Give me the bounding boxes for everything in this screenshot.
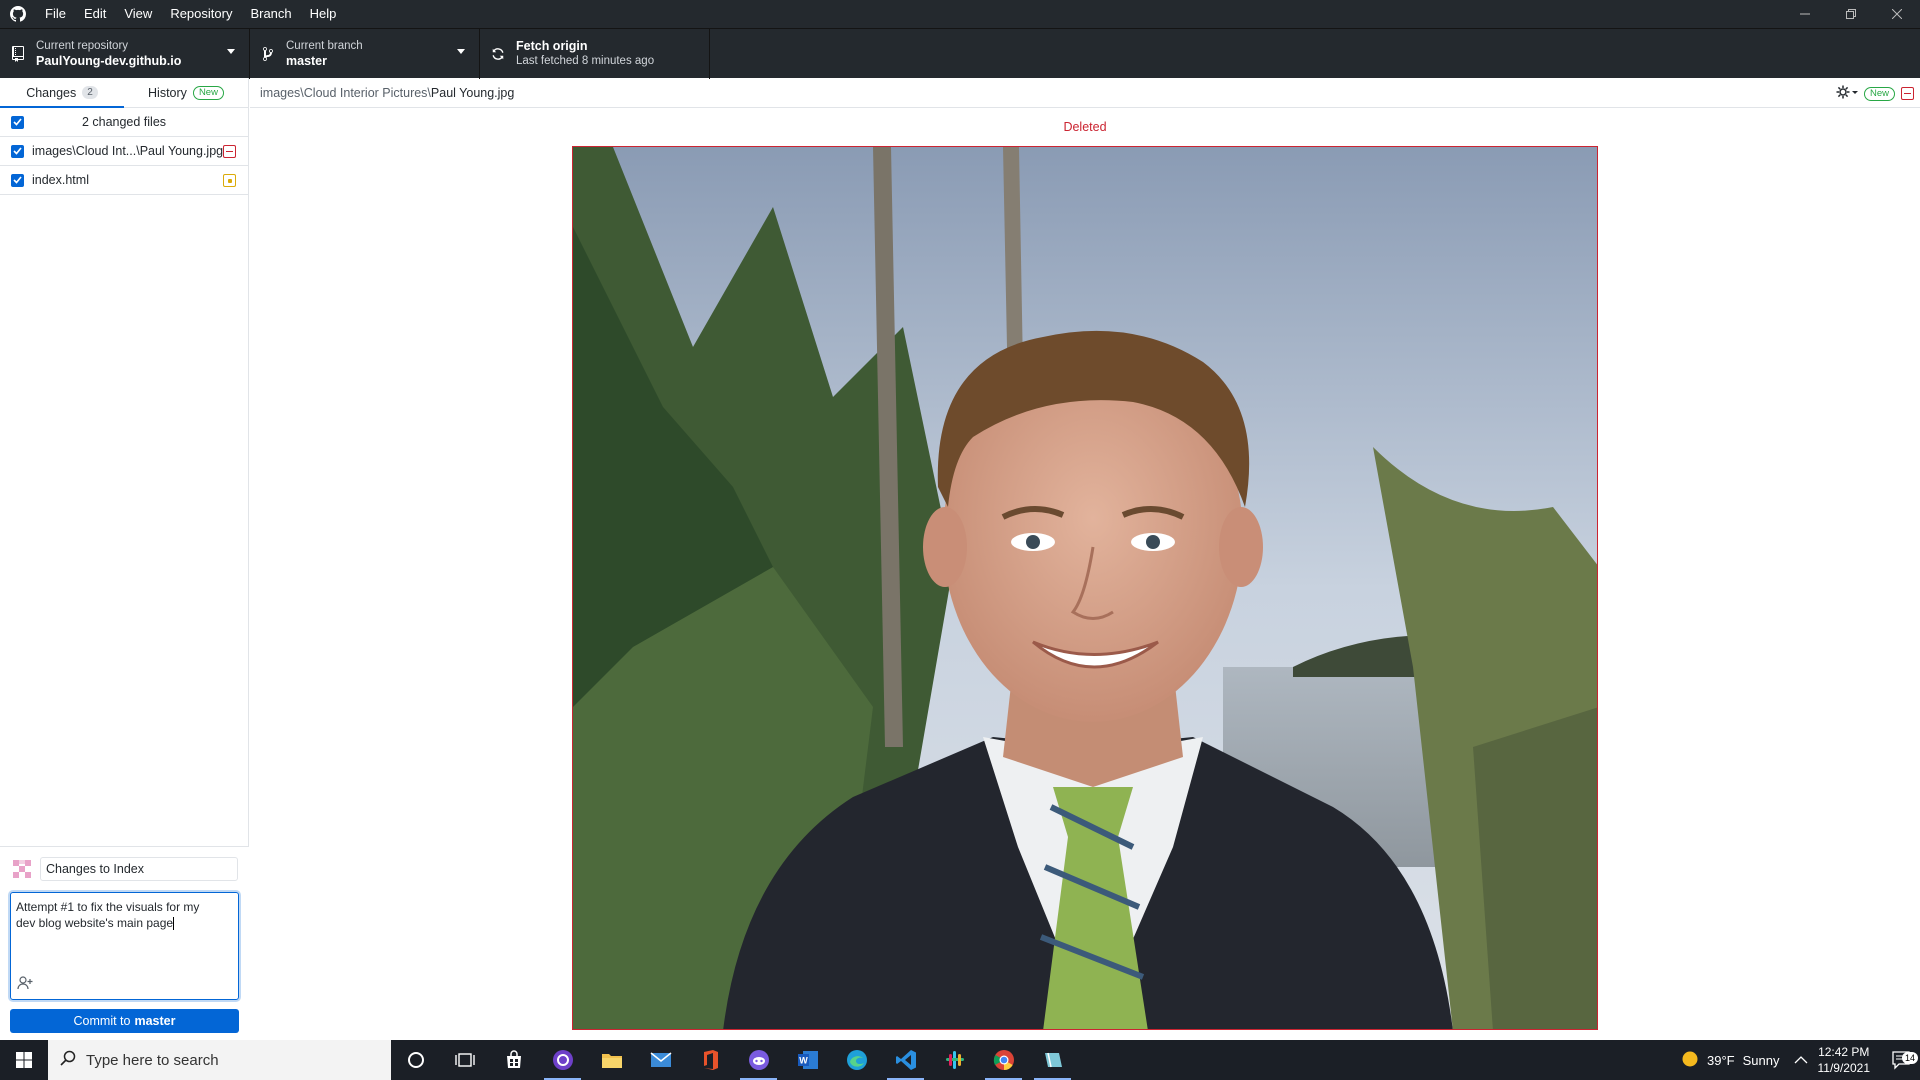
commit-button[interactable]: Commit to master	[10, 1009, 239, 1033]
commit-summary-input[interactable]: Changes to Index	[40, 857, 238, 881]
discord-icon[interactable]	[734, 1040, 783, 1080]
word-icon[interactable]: W	[783, 1040, 832, 1080]
menu-edit[interactable]: Edit	[75, 0, 115, 28]
file-path-bar: images\Cloud Interior Pictures\ Paul Youn…	[250, 78, 1920, 108]
sidebar-tabs: Changes 2 History New	[0, 78, 248, 108]
history-new-badge: New	[192, 85, 224, 100]
branch-label: Current branch	[286, 40, 363, 52]
tab-changes-label: Changes	[26, 85, 77, 100]
gear-icon[interactable]	[1836, 85, 1858, 102]
weather-description: Sunny	[1742, 1052, 1780, 1068]
branch-name: master	[286, 54, 327, 68]
current-repository-dropdown[interactable]: Current repository PaulYoung-dev.github.…	[0, 29, 250, 79]
windows-taskbar: Type here to search W 39°F Sunny 12:42 P…	[0, 1040, 1920, 1080]
repo-name: PaulYoung-dev.github.io	[36, 54, 182, 68]
taskbar-clock[interactable]: 12:42 PM 11/9/2021	[1818, 1044, 1871, 1076]
edge-icon[interactable]	[832, 1040, 881, 1080]
menu-branch[interactable]: Branch	[241, 0, 300, 28]
commit-button-prefix: Commit to	[73, 1014, 131, 1028]
notification-count-badge: 14	[1901, 1052, 1918, 1064]
repo-label: Current repository	[36, 40, 129, 52]
github-desktop-icon[interactable]	[538, 1040, 587, 1080]
repo-icon	[0, 46, 36, 62]
sync-icon	[480, 47, 516, 61]
commit-button-branch: master	[134, 1014, 176, 1028]
task-view-icon[interactable]	[440, 1040, 489, 1080]
fetch-origin-button[interactable]: Fetch origin Last fetched 8 minutes ago	[480, 29, 710, 79]
chrome-icon[interactable]	[979, 1040, 1028, 1080]
notification-center-icon[interactable]: 14	[1884, 1050, 1920, 1070]
file-name: index.html	[32, 173, 89, 187]
changed-files-header: 2 changed files	[0, 108, 248, 137]
file-path-name: Paul Young.jpg	[430, 85, 515, 100]
clock-time: 12:42 PM	[1818, 1045, 1870, 1059]
file-name: images\Cloud Int...\Paul Young.jpg	[32, 144, 224, 158]
current-branch-dropdown[interactable]: Current branch master	[250, 29, 480, 79]
commit-panel: Changes to Index Attempt #1 to fix the v…	[0, 846, 249, 1040]
file-row-modified[interactable]: index.html	[0, 166, 248, 195]
menu-view[interactable]: View	[115, 0, 161, 28]
windows-start-icon[interactable]	[0, 1040, 48, 1080]
slack-icon[interactable]	[930, 1040, 979, 1080]
office-icon[interactable]	[685, 1040, 734, 1080]
file-path-dir: images\Cloud Interior Pictures\	[260, 85, 431, 100]
fetch-subtitle: Last fetched 8 minutes ago	[516, 55, 655, 67]
chevron-down-icon	[457, 49, 465, 54]
tab-history[interactable]: History New	[124, 78, 248, 107]
close-window-button[interactable]	[1874, 0, 1920, 28]
file-deleted-icon	[223, 145, 236, 158]
diff-new-badge: New	[1863, 86, 1895, 101]
image-diff-viewer: Deleted	[250, 109, 1920, 1040]
svg-text:W: W	[799, 1056, 808, 1066]
restore-button[interactable]	[1828, 0, 1874, 28]
deleted-image-preview	[572, 146, 1598, 1030]
weather-temperature: 39°F	[1707, 1052, 1735, 1068]
sun-icon	[1681, 1050, 1699, 1071]
text-cursor	[173, 917, 175, 931]
commit-description-field[interactable]: Attempt #1 to fix the visuals for my dev…	[10, 892, 239, 1000]
tab-changes[interactable]: Changes 2	[0, 78, 124, 108]
add-coauthor-icon[interactable]	[17, 976, 33, 993]
vscode-icon[interactable]	[881, 1040, 930, 1080]
file-modified-icon	[223, 174, 236, 187]
app-toolbar: Current repository PaulYoung-dev.github.…	[0, 28, 1920, 79]
file-checkbox[interactable]	[11, 144, 24, 158]
cortana-icon[interactable]	[391, 1040, 440, 1080]
menu-repository[interactable]: Repository	[161, 0, 241, 28]
menu-help[interactable]: Help	[301, 0, 346, 28]
commit-description-text: Attempt #1 to fix the visuals for my dev…	[16, 900, 200, 930]
chevron-up-icon[interactable]	[1794, 1053, 1808, 1068]
clock-date: 11/9/2021	[1817, 1061, 1871, 1075]
fetch-title: Fetch origin	[516, 39, 588, 53]
system-tray: 39°F Sunny 12:42 PM 11/9/2021 14	[1681, 1040, 1920, 1080]
title-bar: File Edit View Repository Branch Help	[0, 0, 1920, 28]
menu-file[interactable]: File	[36, 0, 75, 28]
mail-icon[interactable]	[636, 1040, 685, 1080]
branch-icon	[250, 46, 286, 62]
file-checkbox[interactable]	[11, 173, 24, 187]
tab-history-label: History	[148, 85, 187, 100]
github-logo-icon	[0, 0, 36, 28]
file-explorer-icon[interactable]	[587, 1040, 636, 1080]
avatar	[10, 857, 34, 881]
search-placeholder: Type here to search	[86, 1051, 219, 1069]
search-icon	[60, 1050, 76, 1070]
file-row-deleted[interactable]: images\Cloud Int...\Paul Young.jpg	[0, 137, 248, 166]
changes-count-badge: 2	[82, 86, 98, 99]
weather-widget[interactable]: 39°F Sunny	[1681, 1050, 1780, 1071]
changes-sidebar: Changes 2 History New 2 changed files im…	[0, 78, 249, 1040]
taskbar-search-box[interactable]: Type here to search	[48, 1040, 391, 1080]
minimize-button[interactable]	[1782, 0, 1828, 28]
deleted-label: Deleted	[1063, 120, 1107, 134]
changed-files-count: 2 changed files	[81, 115, 167, 129]
store-icon[interactable]	[489, 1040, 538, 1080]
chevron-down-icon	[227, 49, 235, 54]
file-deleted-icon	[1901, 87, 1914, 100]
snip-tool-icon[interactable]	[1028, 1040, 1077, 1080]
